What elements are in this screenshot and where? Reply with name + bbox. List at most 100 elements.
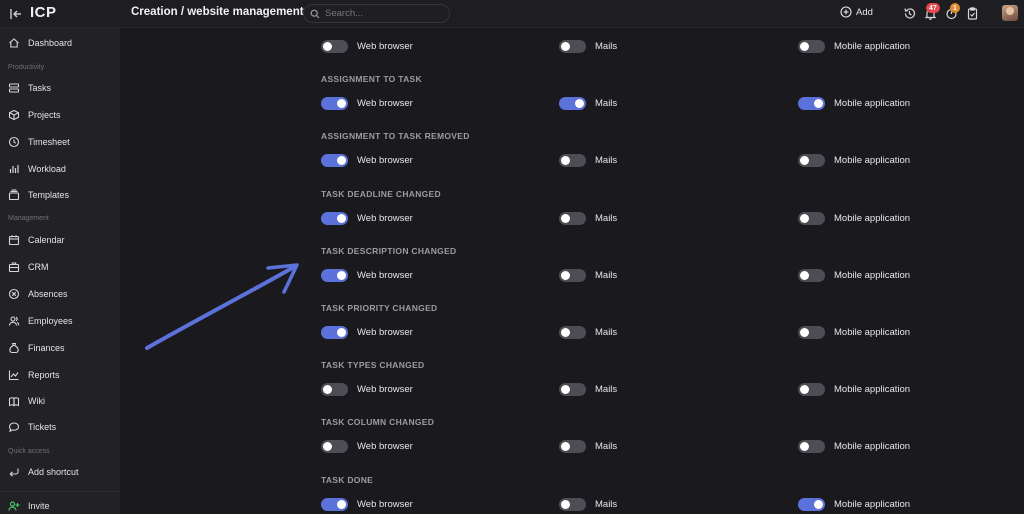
mobile-toggle[interactable] [798, 97, 825, 111]
search-box[interactable] [303, 4, 450, 23]
mobile-option: Mobile application [798, 97, 911, 111]
plus-circle-icon [840, 6, 852, 18]
sidebar-item-employees[interactable]: Employees [8, 313, 73, 329]
mail-label: Mails [595, 41, 618, 52]
user-avatar[interactable] [1002, 5, 1018, 21]
search-input[interactable] [325, 8, 435, 19]
group-title: ASSIGNMENT TO TASK REMOVED [321, 131, 470, 142]
clipboard-check-icon[interactable] [966, 7, 979, 20]
sidebar-item-label: Tasks [28, 83, 52, 93]
mail-label: Mails [595, 384, 618, 396]
collapse-sidebar-icon[interactable] [9, 7, 23, 21]
mobile-label: Mobile application [834, 98, 911, 110]
sidebar-item-finances[interactable]: Finances [8, 340, 65, 356]
sidebar-item-label: Tickets [28, 422, 57, 432]
mobile-option: Mobile application [798, 497, 911, 511]
project-switcher[interactable]: Creation / website management [131, 6, 318, 18]
section-quick-access: Quick access [8, 448, 50, 455]
web-toggle[interactable] [321, 154, 348, 168]
mobile-toggle[interactable] [798, 154, 825, 168]
sidebar-item-absences[interactable]: Absences [8, 286, 68, 302]
mobile-label: Mobile application [834, 41, 911, 52]
group-title: TASK PRIORITY CHANGED [321, 303, 438, 313]
group-title: TASK COLUMN CHANGED [321, 417, 435, 428]
invite-button[interactable]: Invite [8, 498, 50, 514]
sidebar-item-tasks[interactable]: Tasks [8, 80, 51, 96]
sidebar-item-dashboard[interactable]: Dashboard [8, 35, 72, 51]
sidebar-item-wiki[interactable]: Wiki [8, 393, 45, 409]
mobile-toggle[interactable] [798, 383, 825, 397]
web-label: Web browser [357, 41, 413, 52]
clock-icon [8, 136, 20, 148]
mobile-toggle[interactable] [798, 440, 825, 454]
web-label: Web browser [357, 441, 413, 453]
mobile-label: Mobile application [834, 327, 911, 338]
sidebar-item-tickets[interactable]: Tickets [8, 419, 56, 435]
web-option: Web browser [321, 326, 413, 339]
mobile-toggle[interactable] [798, 326, 825, 339]
mail-toggle[interactable] [559, 383, 586, 397]
sidebar-item-workload[interactable]: Workload [8, 161, 66, 177]
sidebar-item-calendar[interactable]: Calendar [8, 232, 65, 248]
tasks-icon [8, 83, 20, 93]
mobile-toggle[interactable] [798, 40, 825, 53]
alerts-badge: 1 [950, 3, 960, 13]
sidebar-item-label: Reports [28, 370, 60, 380]
users-icon [8, 316, 20, 326]
section-management: Management [8, 215, 49, 222]
section-productivity: Productivity [8, 64, 45, 71]
mobile-toggle[interactable] [798, 497, 825, 511]
group-title: ASSIGNMENT TO TASK [321, 74, 422, 85]
sidebar-item-label: Absences [28, 289, 68, 299]
mail-option: Mails [559, 497, 618, 511]
mail-toggle[interactable] [559, 268, 586, 282]
web-toggle[interactable] [321, 268, 348, 282]
home-icon [9, 38, 19, 48]
mail-toggle[interactable] [559, 211, 586, 225]
web-toggle[interactable] [321, 440, 348, 454]
sidebar-item-templates[interactable]: Templates [8, 187, 69, 203]
mail-toggle[interactable] [559, 497, 586, 511]
mail-toggle[interactable] [559, 440, 586, 454]
mail-label: Mails [595, 98, 618, 110]
web-toggle[interactable] [321, 326, 348, 339]
sidebar-item-add-shortcut[interactable]: Add shortcut [8, 464, 79, 480]
web-toggle[interactable] [321, 211, 348, 225]
box-icon [8, 109, 20, 121]
sidebar-item-crm[interactable]: CRM [8, 259, 49, 275]
sidebar-item-label: Add shortcut [28, 467, 79, 477]
web-toggle[interactable] [321, 497, 348, 511]
web-toggle[interactable] [321, 40, 348, 53]
add-button[interactable]: Add [840, 6, 873, 18]
mail-toggle[interactable] [559, 40, 586, 53]
sidebar-item-timesheet[interactable]: Timesheet [8, 134, 70, 150]
mobile-label: Mobile application [834, 269, 911, 281]
mobile-toggle[interactable] [798, 268, 825, 282]
chat-bubble-icon [8, 422, 20, 433]
mobile-label: Mobile application [834, 498, 911, 510]
sidebar-item-label: Finances [28, 343, 65, 353]
notification-settings: Web browser Mails Mobile application ASSIGN… [120, 28, 1024, 514]
sidebar-item-projects[interactable]: Projects [8, 107, 61, 123]
web-option: Web browser [321, 268, 413, 282]
app-logo[interactable]: ICP [30, 4, 57, 21]
mail-toggle[interactable] [559, 97, 586, 111]
mobile-option: Mobile application [798, 40, 910, 53]
mail-label: Mails [595, 212, 618, 224]
mail-toggle[interactable] [559, 154, 586, 168]
mail-label: Mails [595, 498, 618, 510]
history-icon[interactable] [903, 7, 916, 20]
web-toggle[interactable] [321, 383, 348, 397]
trend-chart-icon [8, 370, 19, 381]
user-plus-icon [8, 501, 20, 511]
add-label: Add [856, 6, 873, 18]
web-option: Web browser [321, 154, 413, 168]
notifications-badge: 47 [926, 3, 940, 13]
mail-toggle[interactable] [559, 326, 586, 339]
mobile-toggle[interactable] [798, 211, 825, 225]
sidebar-item-label: Dashboard [28, 38, 73, 48]
top-bar: ICP Creation / website management Add 47… [0, 0, 1024, 28]
sidebar-item-reports[interactable]: Reports [8, 367, 60, 383]
sidebar-item-label: Projects [28, 110, 61, 120]
web-toggle[interactable] [321, 97, 348, 111]
